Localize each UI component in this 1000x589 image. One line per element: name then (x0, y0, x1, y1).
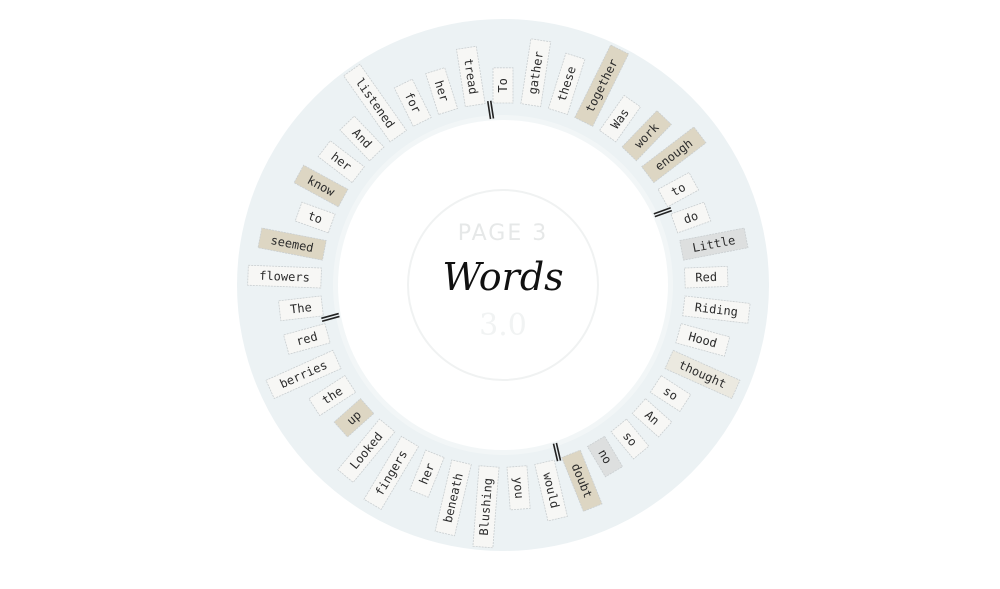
center-title: Words (442, 255, 563, 299)
word-text: you (511, 476, 527, 499)
word-text: The (289, 300, 312, 316)
word-tile[interactable]: To (492, 67, 514, 104)
word-tile[interactable]: flowers (247, 264, 322, 289)
word-tile[interactable]: you (506, 465, 531, 511)
word-text: To (496, 78, 510, 92)
page-label: PAGE 3 (458, 221, 548, 246)
center-watermark: 3.0 (479, 308, 527, 343)
word-text: flowers (259, 269, 310, 285)
word-ring: PAGE 3 3.0 Words To gather these togetherWa… (237, 19, 769, 551)
word-text: Red (695, 270, 717, 285)
word-tile[interactable]: Red (684, 265, 729, 289)
